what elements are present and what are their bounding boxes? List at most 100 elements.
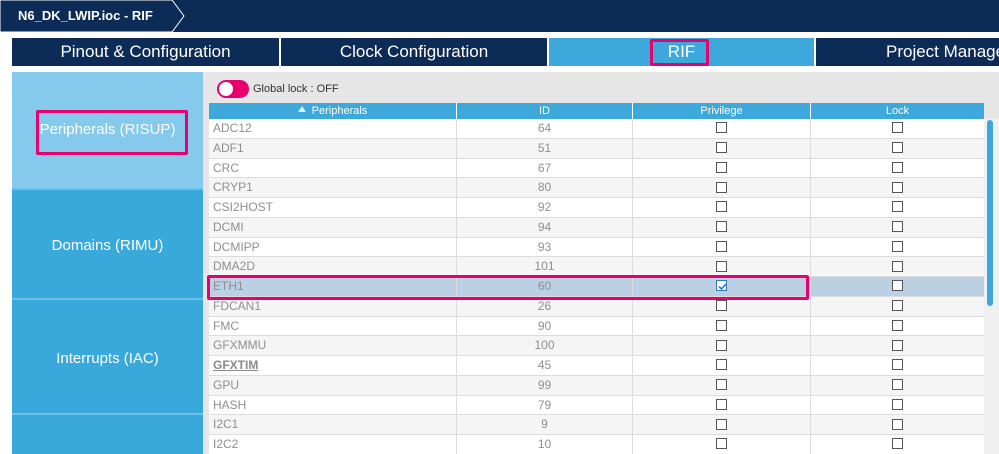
privilege-checkbox[interactable] [716,122,727,134]
lock-checkbox[interactable] [892,122,903,134]
cell-privilege [633,138,811,158]
privilege-checkbox[interactable] [716,398,727,410]
privilege-checkbox[interactable] [716,379,727,391]
lock-checkbox[interactable] [892,300,903,312]
column-header-peripherals[interactable]: Peripherals [209,103,457,119]
cell-privilege [633,217,811,237]
sidebar-item-interrupts[interactable]: Interrupts (IAC) [12,300,203,418]
cell-privilege [633,395,811,415]
cell-id: 45 [457,356,633,375]
privilege-checkbox[interactable] [716,181,727,193]
window-title: N6_DK_LWIP.ioc - RIF [18,8,153,23]
lock-checkbox[interactable] [892,418,903,430]
table-row[interactable]: I2C2 10 [209,435,984,454]
sidebar-item-domains[interactable]: Domains (RIMU) [12,190,203,302]
cell-id: 60 [457,277,633,296]
cell-id: 64 [457,119,633,138]
cell-peripheral-name: GFXMMU [209,336,457,356]
lock-checkbox[interactable] [892,240,903,252]
toggle-knob [219,82,233,96]
tab-project-manager[interactable]: Project Manager [816,38,999,66]
lock-checkbox[interactable] [892,221,903,233]
table-row[interactable]: CSI2HOST 92 [209,198,984,218]
cell-lock [811,119,984,138]
peripherals-table: Peripherals ID Privilege Lock ADC12 64 ADF… [209,103,984,454]
privilege-checkbox[interactable] [716,359,727,371]
privilege-checkbox[interactable] [716,339,727,351]
global-lock-label: Global lock : OFF [253,83,339,95]
cell-peripheral-name: HASH [209,395,457,415]
table-row[interactable]: FDCAN1 26 [209,296,984,317]
cell-lock [811,435,984,454]
cell-privilege [633,277,811,296]
cell-id: 51 [457,138,633,158]
cell-peripheral-name: I2C2 [209,435,457,454]
lock-checkbox[interactable] [892,280,903,292]
privilege-checkbox[interactable] [716,300,727,312]
table-row[interactable]: HASH 79 [209,395,984,416]
privilege-checkbox[interactable] [716,221,727,233]
table-row[interactable]: DMA2D 101 [209,257,984,277]
tab-rif[interactable]: RIF [549,38,814,66]
table-row[interactable]: GPU 99 [209,375,984,396]
lock-checkbox[interactable] [892,142,903,154]
table-row[interactable]: GFXTIM 45 [209,356,984,376]
privilege-checkbox[interactable] [716,319,727,331]
table-row[interactable]: FMC 90 [209,316,984,337]
lock-checkbox[interactable] [892,359,903,371]
cell-lock [811,336,984,355]
table-row[interactable]: I2C1 9 [209,415,984,435]
column-header-lock[interactable]: Lock [811,103,984,119]
privilege-checkbox[interactable] [716,161,727,173]
cell-peripheral-name: FMC [209,316,457,336]
cell-id: 67 [457,158,633,178]
privilege-checkbox[interactable] [716,280,727,292]
global-lock-toggle[interactable] [217,80,249,98]
sidebar: Peripherals (RISUP) Domains (RIMU) Inter… [12,72,203,454]
breadcrumb[interactable]: N6_DK_LWIP.ioc - RIF [0,0,186,32]
cell-id: 80 [457,178,633,198]
table-row[interactable]: GFXMMU 100 [209,336,984,356]
table-row[interactable]: DCMIPP 93 [209,237,984,258]
cell-id: 10 [457,435,633,454]
lock-checkbox[interactable] [892,181,903,193]
table-row[interactable]: DCMI 94 [209,217,984,238]
table-header: Peripherals ID Privilege Lock [209,103,984,119]
sidebar-item-peripherals[interactable]: Peripherals (RISUP) [12,72,203,188]
table-row[interactable]: ADF1 51 [209,138,984,159]
lock-checkbox[interactable] [892,379,903,391]
scrollbar-thumb[interactable] [987,120,993,306]
table-row[interactable]: CRC 67 [209,158,984,179]
column-header-privilege[interactable]: Privilege [633,103,811,119]
cell-id: 90 [457,316,633,336]
lock-checkbox[interactable] [892,438,903,450]
lock-checkbox[interactable] [892,161,903,173]
cell-privilege [633,178,811,198]
privilege-checkbox[interactable] [716,142,727,154]
lock-checkbox[interactable] [892,339,903,351]
table-row[interactable]: ETH1 60 [209,277,984,297]
lock-checkbox[interactable] [892,319,903,331]
sidebar-item-more[interactable] [12,415,203,454]
tab-clock-configuration[interactable]: Clock Configuration [281,38,547,66]
cell-id: 93 [457,237,633,257]
privilege-checkbox[interactable] [716,418,727,430]
cell-privilege [633,415,811,435]
cell-lock [811,218,984,237]
cell-privilege [633,435,811,454]
cell-id: 92 [457,198,633,217]
column-header-id[interactable]: ID [457,103,633,119]
cell-lock [811,257,984,276]
lock-checkbox[interactable] [892,398,903,410]
privilege-checkbox[interactable] [716,201,727,213]
lock-checkbox[interactable] [892,201,903,213]
table-row[interactable]: CRYP1 80 [209,178,984,198]
table-row[interactable]: ADC12 64 [209,119,984,139]
lock-checkbox[interactable] [892,260,903,272]
cell-peripheral-name: ADC12 [209,119,457,138]
privilege-checkbox[interactable] [716,240,727,252]
cell-lock [811,198,984,217]
tab-pinout-configuration[interactable]: Pinout & Configuration [12,38,279,66]
privilege-checkbox[interactable] [716,438,727,450]
privilege-checkbox[interactable] [716,260,727,272]
